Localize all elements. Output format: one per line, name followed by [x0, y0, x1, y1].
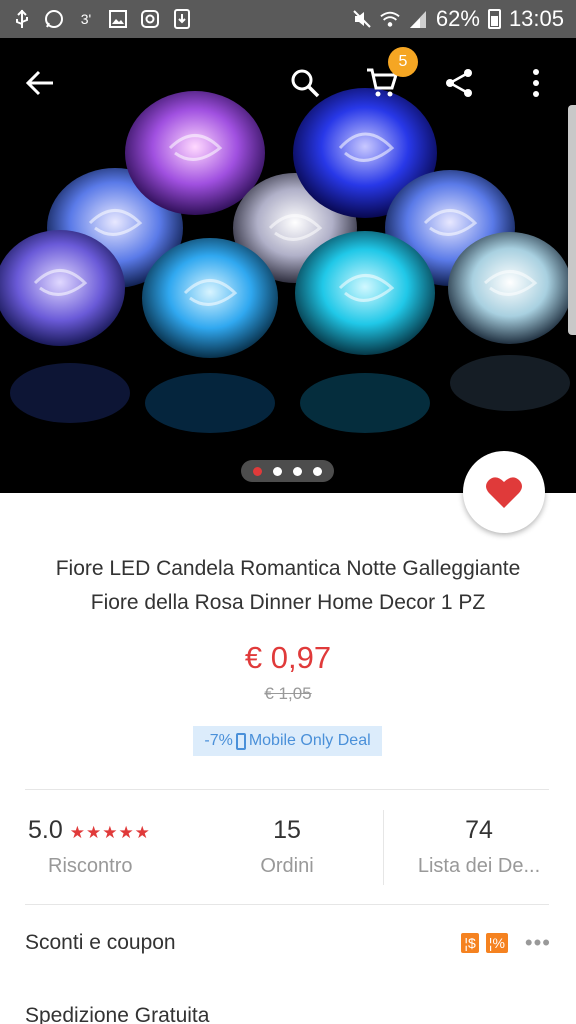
rating-label: Riscontro	[48, 855, 133, 877]
coupon-dollar-symbol: $	[468, 935, 476, 951]
shipping-row[interactable]: Spedizione Gratuita	[25, 998, 551, 1024]
share-icon	[446, 69, 472, 97]
orders-stat[interactable]: 15 Ordini	[217, 800, 357, 900]
status-bar-notifications: 3'	[12, 9, 192, 29]
wifi-icon	[380, 9, 400, 29]
whatsapp-icon	[44, 9, 64, 29]
mobile-deal-badge: -7% Mobile Only Deal	[193, 726, 382, 756]
product-stats: 5.0 ★★★★★ Riscontro 15 Ordini 74 Lista d…	[0, 800, 576, 900]
gallery-icon	[108, 9, 128, 29]
image-scroll-handle[interactable]	[568, 105, 576, 335]
rating-value-row: 5.0 ★★★★★	[28, 800, 168, 844]
gallery-pager[interactable]	[241, 460, 334, 482]
battery-icon	[487, 9, 501, 29]
3-notification-icon: 3'	[80, 11, 92, 27]
pager-dot[interactable]	[293, 466, 303, 476]
rating-value: 5.0	[28, 816, 63, 844]
orders-value: 15	[273, 816, 301, 844]
usb-icon	[12, 9, 32, 29]
orders-label: Ordini	[260, 855, 314, 877]
coupon-dollar-tag: ¦ $	[461, 933, 479, 953]
product-title: Fiore LED Candela Romantica Notte Galleg…	[20, 552, 556, 620]
search-icon	[291, 69, 320, 98]
mute-icon	[352, 9, 372, 29]
download-icon	[172, 9, 192, 29]
instagram-icon	[140, 9, 160, 29]
pager-dot-active[interactable]	[252, 466, 262, 476]
product-title-line2: Fiore della Rosa Dinner Home Decor 1 PZ	[90, 591, 486, 614]
pager-dot[interactable]	[313, 466, 323, 476]
cart-button[interactable]: 5	[362, 47, 418, 103]
heart-icon	[486, 477, 522, 508]
search-button[interactable]	[285, 63, 325, 103]
coupon-percent-tag: ¦%	[485, 933, 508, 953]
wishlist-label: Lista dei De...	[417, 855, 541, 877]
coupons-row[interactable]: Sconti e coupon ¦ $ ¦% •••	[25, 925, 551, 961]
shipping-label: Spedizione Gratuita	[25, 1004, 210, 1024]
divider	[25, 904, 549, 905]
share-button[interactable]	[439, 63, 479, 103]
status-bar-system: 62% 13:05	[352, 6, 564, 32]
coupon-tags: ¦ $ ¦% •••	[461, 930, 551, 956]
coupons-label: Sconti e coupon	[25, 931, 176, 954]
stats-separator	[383, 810, 384, 885]
wishlist-stat[interactable]: 74 Lista dei De...	[404, 800, 554, 900]
product-title-line1: Fiore LED Candela Romantica Notte Galleg…	[55, 557, 521, 580]
more-vert-icon	[533, 69, 539, 97]
cart-count-badge: 5	[388, 47, 418, 77]
divider	[25, 789, 549, 790]
rating-stat[interactable]: 5.0 ★★★★★ Riscontro	[28, 800, 168, 900]
clock: 13:05	[508, 6, 564, 31]
back-arrow-icon	[25, 70, 53, 96]
more-dots-icon: •••	[524, 930, 551, 955]
back-button[interactable]	[20, 63, 60, 103]
pager-dot[interactable]	[272, 466, 282, 476]
product-price: € 0,97	[244, 640, 332, 675]
more-options-button[interactable]	[516, 63, 556, 103]
deal-label: Mobile Only Deal	[248, 732, 371, 749]
product-toolbar: 5	[0, 38, 576, 128]
rating-stars: ★★★★★	[69, 823, 151, 842]
original-price: € 1,05	[264, 684, 312, 703]
wishlist-value: 74	[465, 816, 493, 844]
signal-icon	[408, 9, 428, 29]
status-bar: 3' 62% 13:05	[0, 0, 576, 38]
coupon-percent-symbol: %	[492, 935, 505, 951]
wishlist-button[interactable]	[463, 451, 545, 533]
mobile-phone-icon	[235, 732, 246, 750]
battery-percent: 62%	[435, 6, 480, 31]
deal-discount: -7%	[204, 732, 233, 749]
